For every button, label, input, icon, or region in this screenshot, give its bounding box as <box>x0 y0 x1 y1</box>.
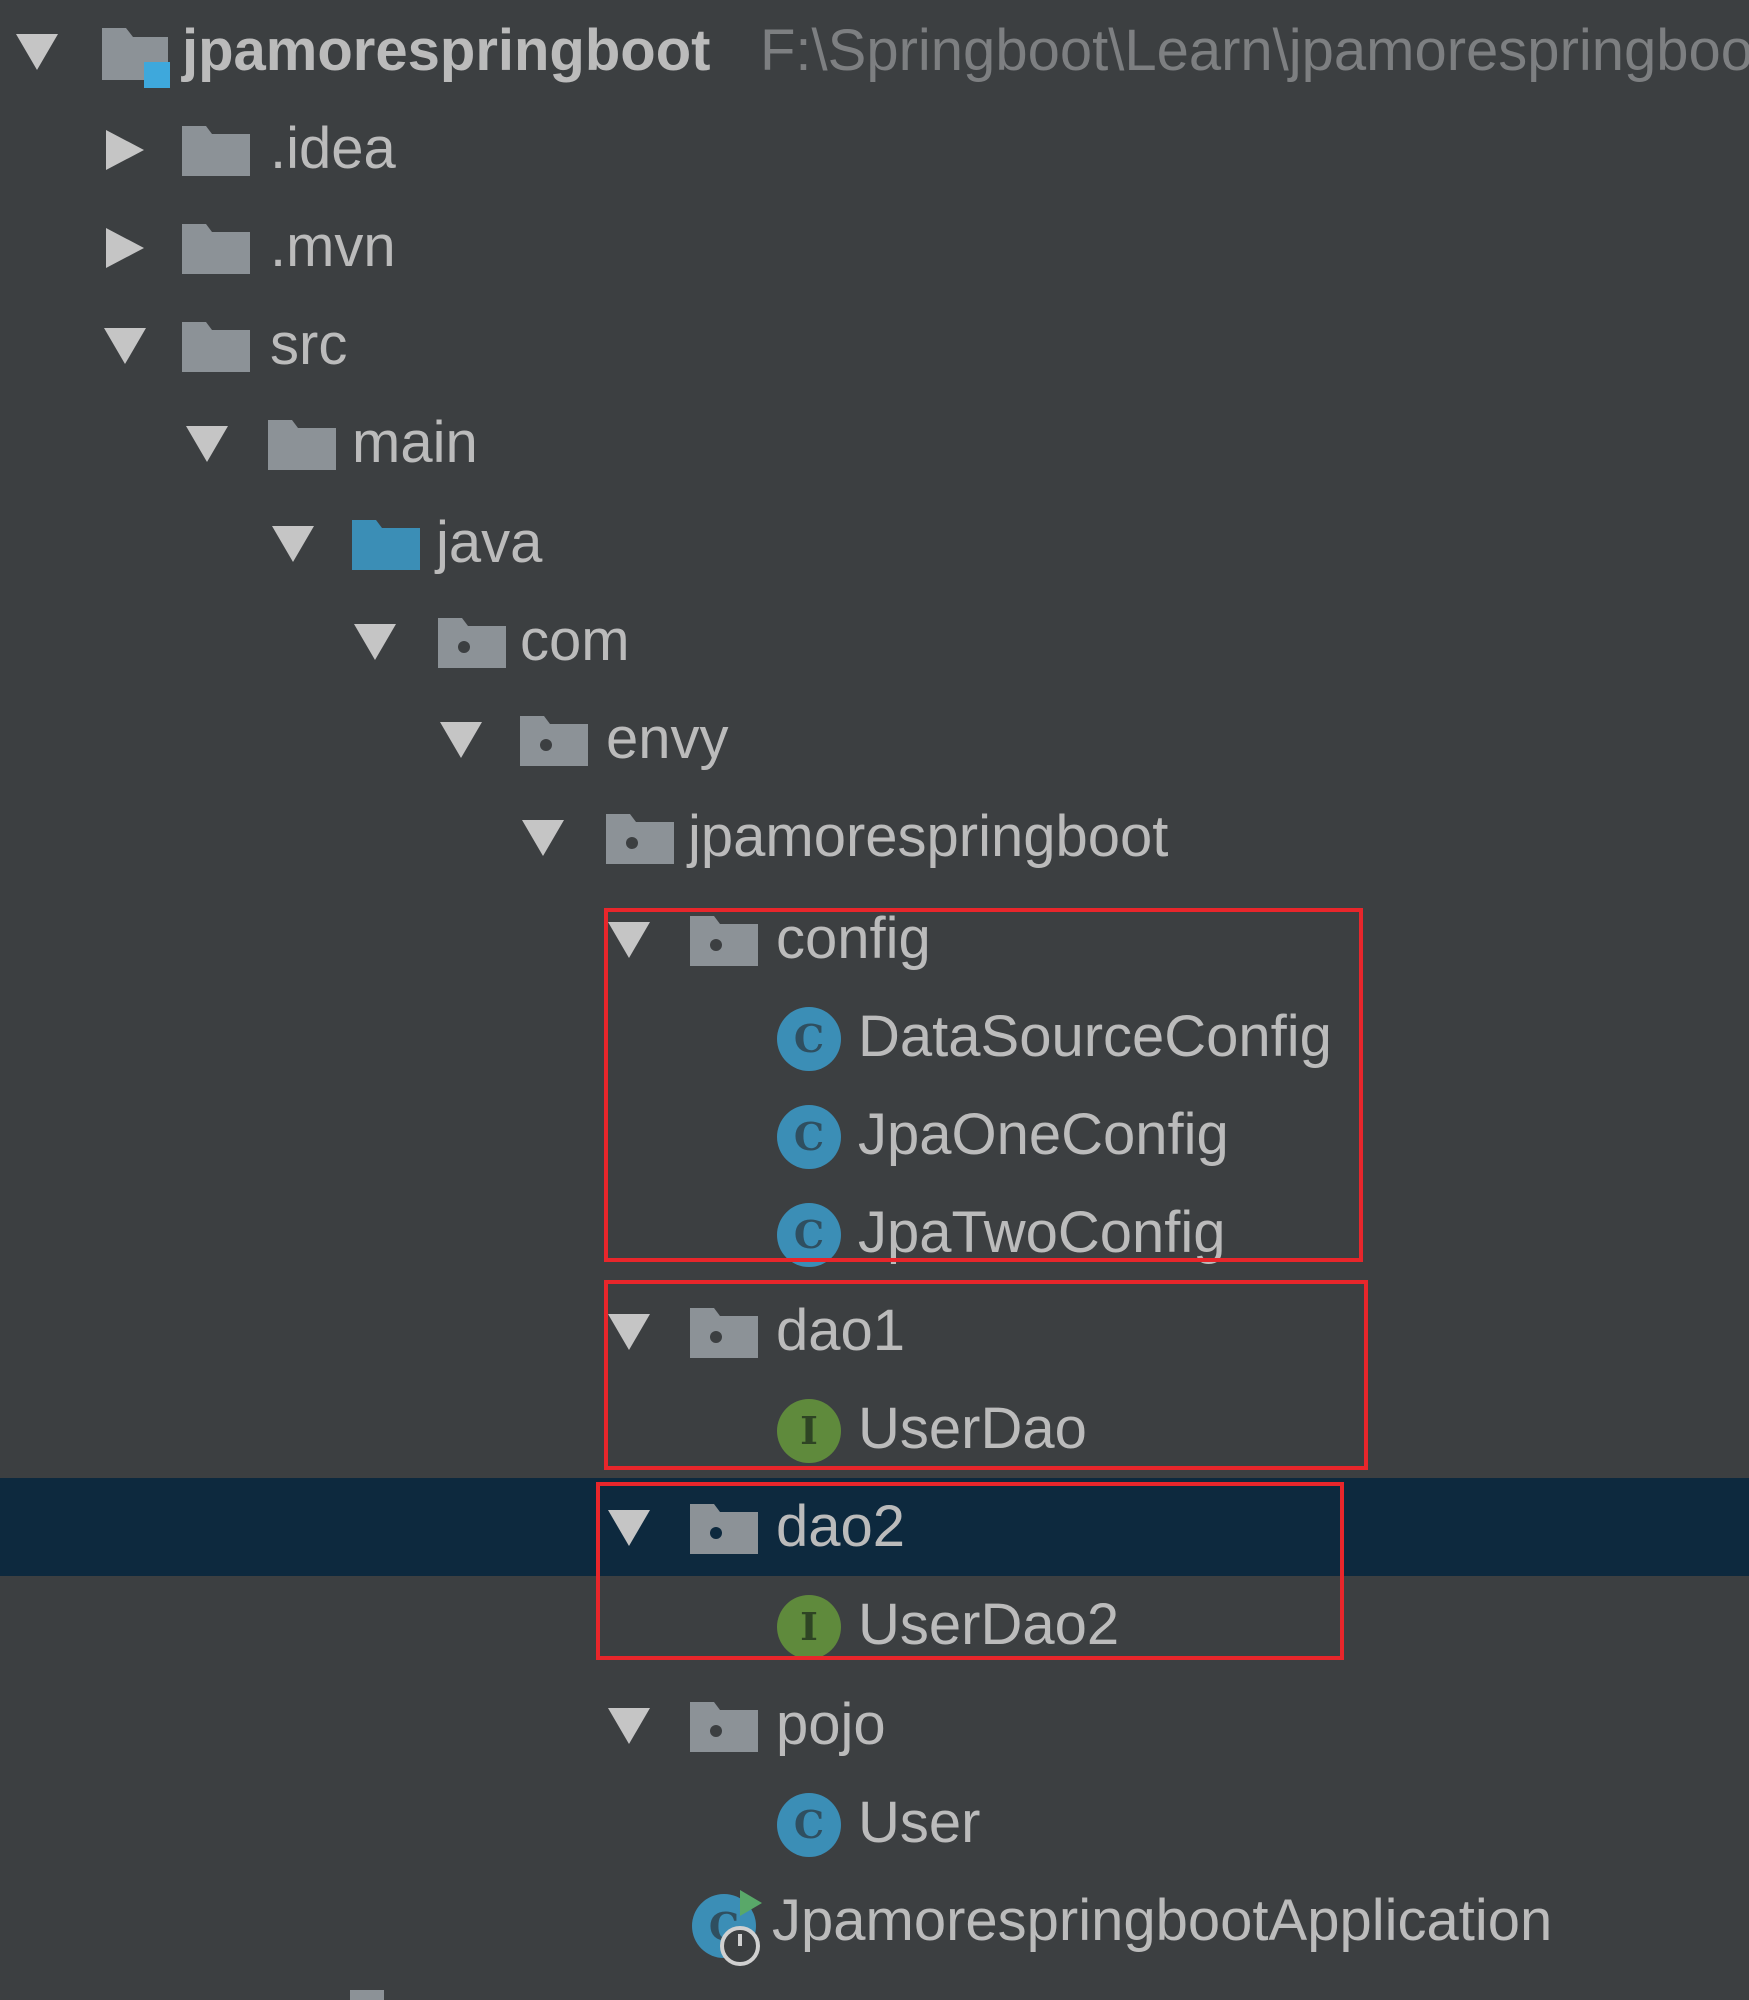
tree-row-jpamorespringboot-package[interactable]: jpamorespringboot <box>0 788 1749 886</box>
tree-item-label: JpamorespringbootApplication <box>772 1888 1553 1953</box>
package-icon <box>606 814 674 864</box>
folder-icon <box>182 224 250 274</box>
tree-row-idea[interactable]: .idea <box>0 100 1749 198</box>
tree-row-java[interactable]: java <box>0 494 1749 592</box>
chevron-down-icon[interactable] <box>102 324 148 368</box>
class-icon: C <box>777 1793 841 1857</box>
highlight-box-dao1 <box>604 1280 1368 1470</box>
tree-item-label: .idea <box>270 116 396 181</box>
tree-item-label: envy <box>606 706 729 771</box>
source-root-folder-icon <box>352 520 420 570</box>
tree-item-label: java <box>436 510 543 575</box>
chevron-down-icon[interactable] <box>438 718 484 762</box>
project-tree: jpamorespringboot F:\Springboot\Learn\jp… <box>0 0 1749 2000</box>
chevron-down-icon[interactable] <box>184 422 230 466</box>
project-module-icon <box>102 28 170 88</box>
tree-row-root[interactable]: jpamorespringboot F:\Springboot\Learn\jp… <box>0 2 1749 100</box>
partial-folder-icon <box>350 1990 384 2000</box>
tree-item-label: main <box>352 410 478 475</box>
root-module-path: F:\Springboot\Learn\jpamorespringboot <box>760 18 1749 83</box>
folder-icon <box>182 126 250 176</box>
chevron-down-icon[interactable] <box>520 816 566 860</box>
tree-item-label: pojo <box>776 1692 886 1757</box>
tree-item-label: jpamorespringboot <box>688 804 1169 869</box>
root-module-name: jpamorespringboot <box>182 18 711 83</box>
tree-item-label: User <box>858 1790 981 1855</box>
highlight-box-dao2 <box>596 1482 1344 1660</box>
tree-row-com[interactable]: com <box>0 592 1749 690</box>
highlight-box-config <box>604 908 1363 1262</box>
tree-row-mvn[interactable]: .mvn <box>0 198 1749 296</box>
chevron-down-icon[interactable] <box>14 30 60 74</box>
tree-row-user[interactable]: C User <box>0 1774 1749 1872</box>
chevron-down-icon[interactable] <box>270 522 316 566</box>
tree-item-label: .mvn <box>270 214 396 279</box>
tree-row-main[interactable]: main <box>0 394 1749 492</box>
tree-row-src[interactable]: src <box>0 296 1749 394</box>
folder-icon <box>268 420 336 470</box>
chevron-right-icon[interactable] <box>102 128 148 172</box>
tree-item-label: src <box>270 312 348 377</box>
package-icon <box>438 618 506 668</box>
chevron-down-icon[interactable] <box>352 620 398 664</box>
class-badge-letter: C <box>794 1802 824 1847</box>
tree-row-application[interactable]: C JpamorespringbootApplication <box>0 1872 1749 1970</box>
chevron-right-icon[interactable] <box>102 226 148 270</box>
tree-row-pojo[interactable]: pojo <box>0 1676 1749 1774</box>
package-icon <box>520 716 588 766</box>
chevron-down-icon[interactable] <box>606 1704 652 1748</box>
spring-boot-application-icon: C <box>692 1890 762 1966</box>
folder-icon <box>182 322 250 372</box>
tree-row-envy[interactable]: envy <box>0 690 1749 788</box>
tree-item-label: com <box>520 608 630 673</box>
package-icon <box>690 1702 758 1752</box>
